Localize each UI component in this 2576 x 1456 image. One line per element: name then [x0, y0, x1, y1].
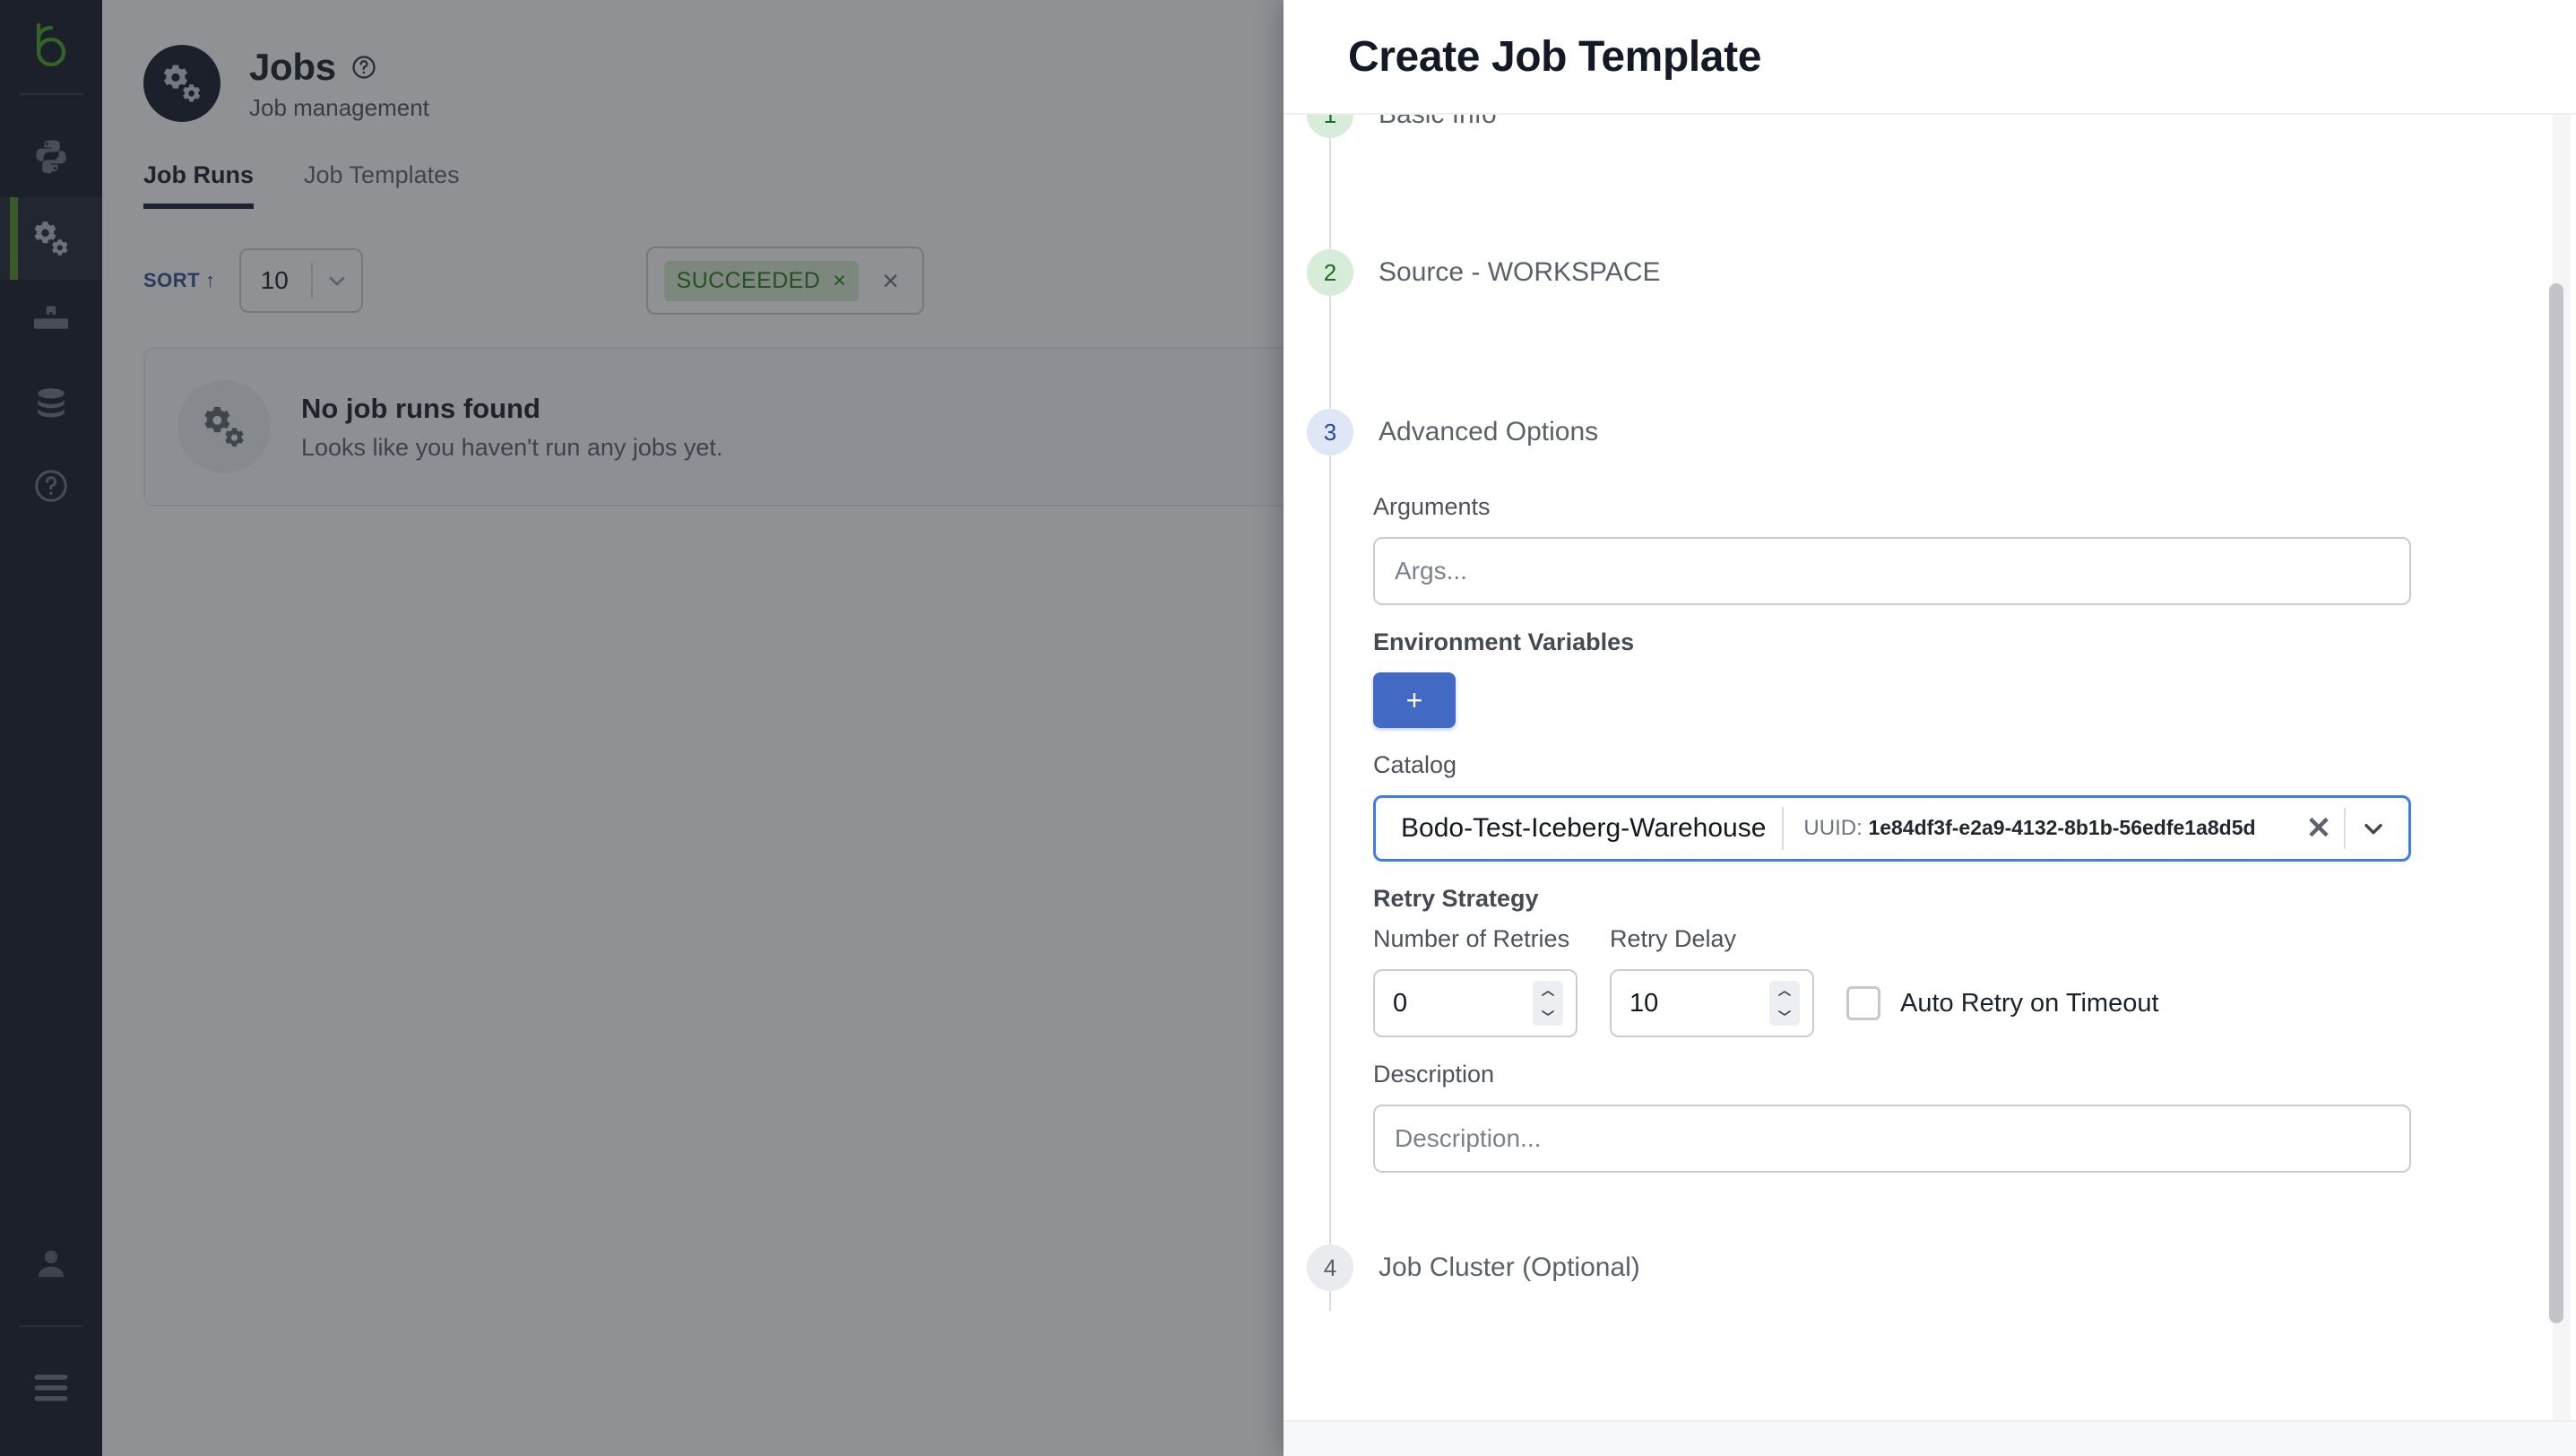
catalog-field: Catalog Bodo-Test-Iceberg-Warehouse UUID… — [1373, 751, 2576, 862]
catalog-uuid-value: 1e84df3f-e2a9-4132-8b1b-56edfe1a8d5d — [1868, 816, 2255, 839]
catalog-selected-value: Bodo-Test-Iceberg-Warehouse — [1385, 813, 1782, 844]
retry-strategy-group: Retry Strategy — [1373, 885, 2576, 913]
description-input[interactable]: Description... — [1373, 1105, 2411, 1173]
step-advanced-options[interactable]: 3 Advanced Options — [1284, 389, 2576, 475]
env-vars-label: Environment Variables — [1373, 628, 2576, 656]
stepper-arrows-icon[interactable] — [1769, 981, 1800, 1026]
clear-icon[interactable]: ✕ — [2294, 810, 2344, 846]
step-label: Source - WORKSPACE — [1379, 257, 1661, 288]
stepper-arrows-icon[interactable] — [1533, 981, 1563, 1026]
catalog-label: Catalog — [1373, 751, 2576, 779]
retries-label: Number of Retries — [1373, 925, 1578, 953]
arguments-field: Arguments Args... — [1373, 493, 2576, 605]
advanced-options-form: Arguments Args... Environment Variables … — [1284, 475, 2576, 1173]
add-env-var-button[interactable]: + — [1373, 672, 1456, 728]
arguments-input[interactable]: Args... — [1373, 537, 2411, 605]
retry-delay-field: Retry Delay 10 — [1610, 925, 1814, 1037]
retry-strategy-label: Retry Strategy — [1373, 885, 2576, 913]
auto-retry-label: Auto Retry on Timeout — [1900, 989, 2159, 1018]
retry-row: Number of Retries 0 R — [1373, 925, 2576, 1037]
retries-field: Number of Retries 0 — [1373, 925, 1578, 1037]
panel-scrollbar-thumb[interactable] — [2549, 283, 2563, 1323]
env-vars-field: Environment Variables + — [1373, 628, 2576, 728]
panel-footer — [1284, 1420, 2576, 1456]
panel-scrollbar-track[interactable] — [2553, 115, 2571, 1420]
chevron-down-icon[interactable] — [2346, 814, 2401, 843]
retries-value: 0 — [1393, 989, 1407, 1018]
retries-input[interactable]: 0 — [1373, 969, 1578, 1037]
auto-retry-row[interactable]: Auto Retry on Timeout — [1846, 969, 2159, 1037]
catalog-uuid: UUID: 1e84df3f-e2a9-4132-8b1b-56edfe1a8d… — [1784, 816, 2294, 841]
create-job-template-panel: Create Job Template 1 Basic Info 2 Sourc… — [1284, 0, 2576, 1456]
panel-scroll-area[interactable]: 1 Basic Info 2 Source - WORKSPACE 3 Adva… — [1284, 115, 2576, 1420]
catalog-select[interactable]: Bodo-Test-Iceberg-Warehouse UUID: 1e84df… — [1373, 795, 2411, 862]
retry-delay-value: 10 — [1629, 989, 1658, 1018]
step-basic-info[interactable]: 1 Basic Info — [1284, 115, 2576, 158]
step-label: Advanced Options — [1379, 417, 1598, 447]
arguments-label: Arguments — [1373, 493, 2576, 521]
step-number-badge: 3 — [1307, 409, 1353, 455]
description-field: Description Description... — [1373, 1061, 2576, 1173]
step-job-cluster[interactable]: 4 Job Cluster (Optional) — [1284, 1225, 2576, 1311]
stepper: 1 Basic Info 2 Source - WORKSPACE 3 Adva… — [1284, 115, 2576, 1311]
panel-body: 1 Basic Info 2 Source - WORKSPACE 3 Adva… — [1284, 115, 2576, 1420]
description-label: Description — [1373, 1061, 2576, 1088]
catalog-uuid-label: UUID: — [1803, 816, 1862, 840]
step-source-workspace[interactable]: 2 Source - WORKSPACE — [1284, 230, 2576, 316]
panel-title: Create Job Template — [1348, 32, 1761, 82]
app-root: Jobs Job management Job Runs Job Templat… — [0, 0, 2576, 1456]
step-label: Job Cluster (Optional) — [1379, 1252, 1640, 1283]
auto-retry-checkbox[interactable] — [1846, 986, 1880, 1020]
step-number-badge: 4 — [1307, 1244, 1353, 1291]
step-number-badge: 1 — [1307, 115, 1353, 138]
retry-delay-input[interactable]: 10 — [1610, 969, 1814, 1037]
panel-header: Create Job Template — [1284, 0, 2576, 115]
retry-delay-label: Retry Delay — [1610, 925, 1814, 953]
step-number-badge: 2 — [1307, 249, 1353, 296]
step-label: Basic Info — [1379, 115, 1497, 130]
